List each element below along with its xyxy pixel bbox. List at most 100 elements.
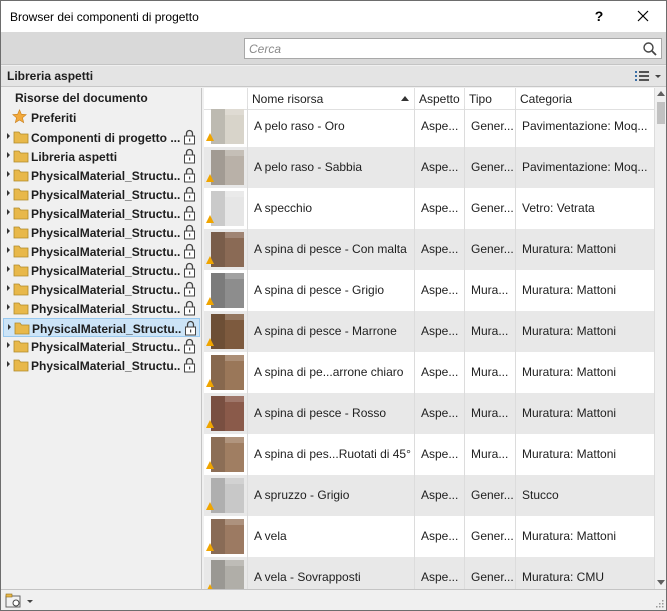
warning-icon [206,502,214,510]
tree-item[interactable]: PhysicalMaterial_Structu... [3,223,200,242]
cell-aspetto: Aspe... [415,352,465,393]
lock-icon [183,243,196,259]
cell-name: A spina di pesce - Rosso [248,393,415,434]
chevron-down-icon [27,600,33,603]
library-tree-panel: Risorse del documento Preferiti Componen… [1,88,202,589]
thumbnail-cell [204,557,248,589]
lock-icon [183,205,196,221]
material-swatch-icon [211,355,244,390]
tree-item-label: PhysicalMaterial_Structu... [32,322,182,336]
scroll-down-icon[interactable] [657,580,665,585]
search-input[interactable] [249,41,629,57]
favorites-label: Preferiti [31,111,77,125]
material-swatch-icon [211,478,244,513]
tree-item[interactable]: PhysicalMaterial_Structu... [3,185,200,204]
view-options-button[interactable] [634,69,664,84]
folder-icon [6,322,30,335]
table-row[interactable]: A spina di pesce - Marrone Aspe... Mura...… [204,311,654,352]
tree-item[interactable]: Libreria aspetti [3,147,200,166]
cell-aspetto: Aspe... [415,106,465,147]
thumbnail-cell [204,434,248,475]
tree-item-label: Componenti di progetto ... [31,131,181,145]
tree-item[interactable]: PhysicalMaterial_Structu... [3,280,200,299]
material-swatch-icon [211,109,244,144]
cell-name: A spruzzo - Grigio [248,475,415,516]
material-swatch-icon [211,150,244,185]
vertical-scrollbar[interactable] [654,88,666,589]
tree-item-label: PhysicalMaterial_Structu... [31,359,181,373]
tree-item[interactable]: PhysicalMaterial_Structu... [3,166,200,185]
table-row[interactable]: A spina di pe...arrone chiaro Aspe... Mura… [204,352,654,393]
table-row[interactable]: A vela - Sovrapposti Aspe... Gener... Murat… [204,557,654,589]
tree-item-label: PhysicalMaterial_Structu... [31,302,181,316]
tree-item[interactable]: PhysicalMaterial_Structu... [3,337,200,356]
material-swatch-icon [211,560,244,589]
cell-tipo: Mura... [465,270,516,311]
table-row[interactable]: A spina di pes...Ruotati di 45° Aspe... Mu… [204,434,654,475]
warning-icon [206,543,214,551]
material-swatch-icon [211,396,244,431]
cell-aspetto: Aspe... [415,229,465,270]
table-row[interactable]: A spruzzo - Grigio Aspe... Gener... Stucco [204,475,654,516]
folder-icon [5,226,29,239]
material-swatch-icon [211,314,244,349]
cell-aspetto: Aspe... [415,557,465,589]
folder-icon [5,359,29,372]
table-row[interactable]: A spina di pesce - Rosso Aspe... Mura... Mu… [204,393,654,434]
warning-icon [206,379,214,387]
cell-name: A spina di pesce - Con malta [248,229,415,270]
tree-item[interactable]: PhysicalMaterial_Structu... [3,204,200,223]
folder-icon [5,340,29,353]
cell-aspetto: Aspe... [415,434,465,475]
cell-categoria: Muratura: Mattoni [522,529,617,543]
table-row[interactable]: A pelo raso - Sabbia Aspe... Gener... Pavim… [204,147,654,188]
thumbnail-cell [204,352,248,393]
library-icon [5,593,33,608]
close-button[interactable] [621,3,665,30]
tree-item[interactable]: PhysicalMaterial_Structu... [3,318,200,337]
cell-categoria: Muratura: Mattoni [522,447,617,461]
cell-tipo: Gener... [465,147,516,188]
material-swatch-icon [211,519,244,554]
chevron-down-icon [655,75,661,78]
component-browser-window: Browser dei componenti di progetto ? Lib… [0,0,667,611]
cell-aspetto: Aspe... [415,188,465,229]
scroll-up-icon[interactable] [657,91,665,96]
scrollbar-thumb[interactable] [657,102,665,124]
table-row[interactable]: A vela Aspe... Gener... Muratura: Mattoni [204,516,654,557]
tree-item[interactable]: PhysicalMaterial_Structu... [3,299,200,318]
tree-item[interactable]: PhysicalMaterial_Structu... [3,261,200,280]
tree-item[interactable]: PhysicalMaterial_Structu... [3,356,200,375]
search-icon[interactable] [642,41,658,57]
resize-grip-icon[interactable] [654,598,664,608]
library-title: Libreria aspetti [7,69,94,83]
table-row[interactable]: A spina di pesce - Con malta Aspe... Gener… [204,229,654,270]
lock-icon [183,357,196,373]
folder-icon [5,283,29,296]
cell-aspetto: Aspe... [415,475,465,516]
tree-item[interactable]: Componenti di progetto ... [3,128,200,147]
bottom-toolbar [1,589,666,610]
warning-icon [206,461,214,469]
tree-root-document-resources[interactable]: Risorse del documento [15,91,148,105]
table-row[interactable]: A spina di pesce - Grigio Aspe... Mura... M… [204,270,654,311]
title-bar: Browser dei componenti di progetto ? [1,1,666,32]
help-button[interactable]: ? [579,3,619,30]
cell-tipo: Mura... [465,393,516,434]
cell-aspetto: Aspe... [415,147,465,188]
close-icon [637,10,649,22]
material-swatch-icon [211,437,244,472]
cell-name: A spina di pesce - Marrone [248,311,415,352]
cell-name: A spina di pesce - Grigio [248,270,415,311]
thumbnail-cell [204,393,248,434]
cell-name: A spina di pe...arrone chiaro [248,352,415,393]
thumbnail-cell [204,229,248,270]
table-row[interactable]: A pelo raso - Oro Aspe... Gener... Paviment… [204,106,654,147]
tree-item[interactable]: PhysicalMaterial_Structu... [3,242,200,261]
thumbnail-cell [204,475,248,516]
table-row[interactable]: A specchio Aspe... Gener... Vetro: Vetrata [204,188,654,229]
cell-categoria: Muratura: Mattoni [522,406,617,420]
cell-tipo: Mura... [465,352,516,393]
open-library-button[interactable] [5,593,37,609]
tree-item-label: PhysicalMaterial_Structu... [31,207,181,221]
